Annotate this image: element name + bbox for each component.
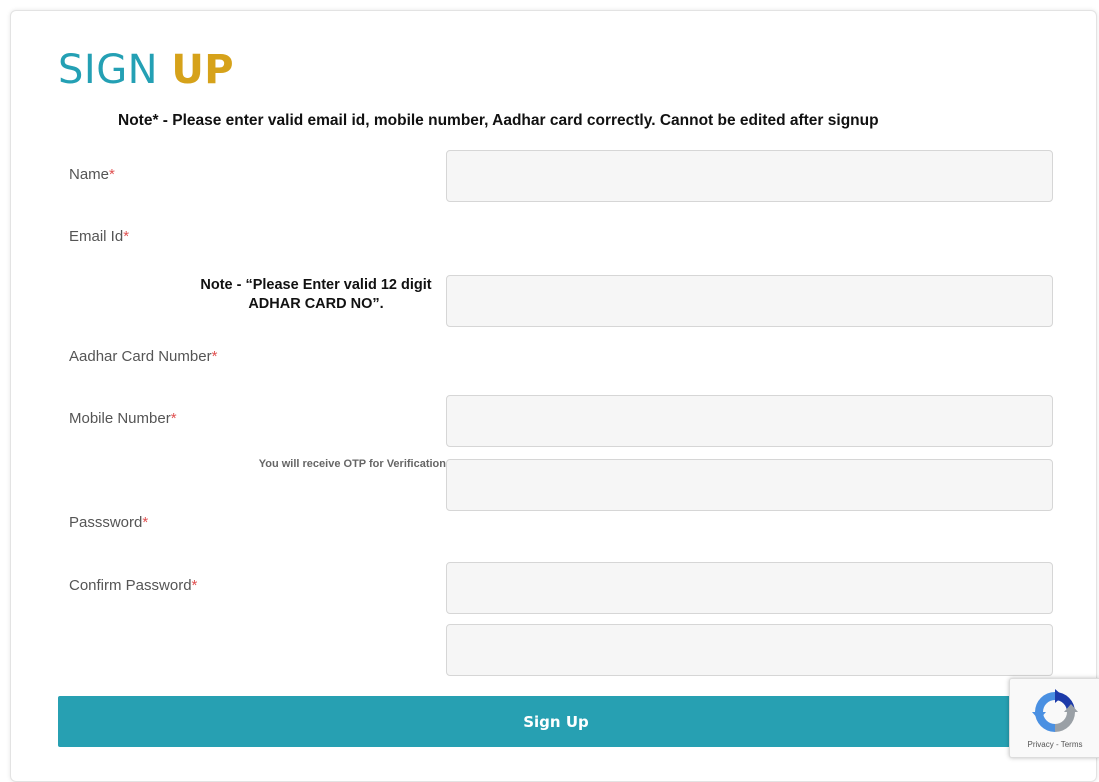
mobile-input[interactable] [446, 459, 1053, 511]
required-mark: * [170, 410, 177, 427]
required-mark: * [142, 514, 149, 531]
title-up: UP [171, 47, 235, 93]
aadhar-note: Note - “Please Enter valid 12 digit ADHA… [200, 277, 432, 312]
name-label: Name* [69, 166, 115, 183]
password-label: Passsword* [69, 514, 149, 531]
sign-up-button[interactable]: Sign Up [58, 696, 1054, 747]
required-mark: * [191, 577, 198, 594]
otp-note: You will receive OTP for Verification [258, 458, 446, 470]
confirm-password-input[interactable] [446, 624, 1053, 676]
password-input[interactable] [446, 562, 1053, 614]
name-input[interactable] [446, 150, 1053, 202]
required-mark: * [123, 228, 130, 245]
email-input[interactable] [446, 275, 1053, 327]
confirm-password-label: Confirm Password* [69, 577, 198, 594]
aadhar-label: Aadhar Card Number* [69, 348, 218, 365]
aadhar-input[interactable] [446, 395, 1053, 447]
recaptcha-badge[interactable]: Privacy - Terms [1009, 678, 1099, 758]
mobile-label: Mobile Number* [69, 410, 177, 427]
email-label: Email Id* [69, 228, 130, 245]
page-title: SIGN UP [58, 46, 234, 94]
recaptcha-terms-link[interactable]: Privacy - Terms [1010, 740, 1099, 749]
required-mark: * [109, 166, 115, 183]
recaptcha-icon [1032, 689, 1078, 732]
required-mark: * [211, 348, 218, 365]
signup-note: Note* - Please enter valid email id, mob… [118, 112, 879, 129]
title-sign: SIGN [58, 47, 172, 93]
